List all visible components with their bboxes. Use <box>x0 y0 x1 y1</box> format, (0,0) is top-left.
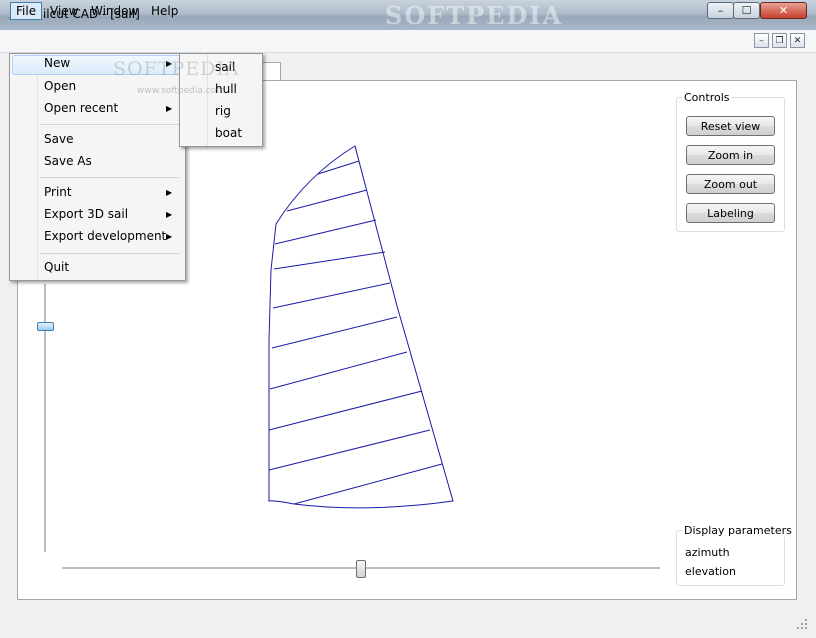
watermark-logo: SOFTPEDIA <box>385 1 564 30</box>
labeling-button[interactable]: Labeling <box>686 203 775 223</box>
azimuth-label: azimuth <box>685 546 730 559</box>
mdi-restore-button[interactable]: ❐ <box>772 33 787 48</box>
menu-separator <box>40 124 180 125</box>
minimize-button[interactable]: – <box>707 2 734 19</box>
menu-item-save-as[interactable]: Save As <box>44 154 92 168</box>
resize-grip-icon[interactable] <box>796 618 808 630</box>
maximize-button[interactable]: ☐ <box>733 2 760 19</box>
menu-item-quit[interactable]: Quit <box>44 260 69 274</box>
submenu-item-rig[interactable]: rig <box>215 104 231 118</box>
sail-seam <box>269 351 408 390</box>
controls-group-title: Controls <box>682 91 732 104</box>
sail-seam <box>268 390 423 431</box>
menu-item-new[interactable]: New <box>44 56 70 70</box>
watermark-url: www.softpedia.com <box>137 86 225 96</box>
submenu-arrow-icon: ▶ <box>166 104 173 113</box>
sail-seam <box>293 463 443 505</box>
submenu-arrow-icon: ▶ <box>166 232 173 241</box>
menu-window[interactable]: Window <box>86 3 143 19</box>
menu-item-export-development[interactable]: Export development <box>44 229 166 243</box>
sail-seam <box>273 251 386 270</box>
mdi-minimize-button[interactable]: – <box>754 33 769 48</box>
menu-help[interactable]: Help <box>146 3 183 19</box>
mdi-close-button[interactable]: ✕ <box>790 33 805 48</box>
zoom-in-button[interactable]: Zoom in <box>686 145 775 165</box>
submenu-arrow-icon: ▶ <box>166 188 173 197</box>
menu-item-open-recent[interactable]: Open recent <box>44 101 118 115</box>
sail-seam <box>317 160 360 175</box>
sail-seam <box>271 316 398 349</box>
menu-view[interactable]: View <box>45 3 83 19</box>
azimuth-slider-handle[interactable] <box>356 560 366 578</box>
sail-seam <box>272 282 391 309</box>
menu-file[interactable]: File <box>10 2 43 20</box>
menu-item-export-3d-sail[interactable]: Export 3D sail <box>44 207 128 221</box>
zoom-out-button[interactable]: Zoom out <box>686 174 775 194</box>
sail-seam <box>274 219 377 245</box>
elevation-slider-handle[interactable] <box>37 322 54 331</box>
menu-separator <box>40 253 180 254</box>
display-parameters-title: Display parameters <box>682 524 794 537</box>
menu-item-save[interactable]: Save <box>44 132 73 146</box>
close-button[interactable]: ✕ <box>760 2 807 19</box>
sail-seam <box>268 429 431 471</box>
menu-bar <box>0 30 816 53</box>
menu-item-print[interactable]: Print <box>44 185 72 199</box>
reset-view-button[interactable]: Reset view <box>686 116 775 136</box>
watermark-logo: SOFTPEDIA <box>113 58 240 80</box>
elevation-label: elevation <box>685 565 736 578</box>
sail-outline <box>268 145 454 509</box>
submenu-arrow-icon: ▶ <box>166 210 173 219</box>
menu-icon-gutter <box>37 54 38 280</box>
menu-separator <box>40 177 180 178</box>
menu-item-open[interactable]: Open <box>44 79 76 93</box>
submenu-item-boat[interactable]: boat <box>215 126 242 140</box>
